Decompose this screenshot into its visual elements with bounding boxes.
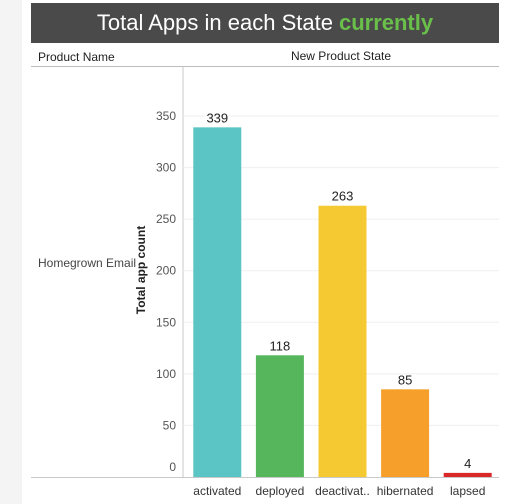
bar-value-label: 85 bbox=[398, 372, 412, 387]
x-category-label: activated bbox=[193, 484, 241, 498]
y-tick-label: 300 bbox=[156, 161, 176, 175]
bar-value-label: 118 bbox=[270, 338, 291, 353]
bar-hibernated[interactable] bbox=[381, 389, 430, 477]
x-category-label: lapsed bbox=[450, 484, 485, 498]
bar-value-label: 4 bbox=[464, 456, 471, 471]
x-category-label: deactivat.. bbox=[315, 484, 370, 498]
bar-value-label: 263 bbox=[332, 189, 354, 204]
y-tick-label: 50 bbox=[163, 418, 177, 432]
bar-activated[interactable] bbox=[193, 127, 242, 478]
y-tick-label: 200 bbox=[156, 264, 176, 278]
y-tick-label: 350 bbox=[156, 109, 176, 123]
y-tick-label: 100 bbox=[156, 367, 176, 381]
bar-chart: 0 50 100 150 200 250 300 350 339 activated 118 depl… bbox=[31, 66, 499, 498]
y-axis-title: Total app count bbox=[134, 225, 148, 315]
bar-lapsed[interactable] bbox=[443, 472, 492, 477]
bar-value-label: 339 bbox=[206, 110, 228, 125]
y-tick-label: 250 bbox=[156, 212, 176, 226]
bar-deployed[interactable] bbox=[255, 355, 304, 477]
y-tick-label: 150 bbox=[156, 315, 176, 329]
x-category-label: hibernated bbox=[377, 484, 434, 498]
bar-deactivat[interactable] bbox=[318, 205, 367, 477]
y-tick-label: 0 bbox=[169, 460, 176, 474]
x-category-label: deployed bbox=[256, 484, 305, 498]
